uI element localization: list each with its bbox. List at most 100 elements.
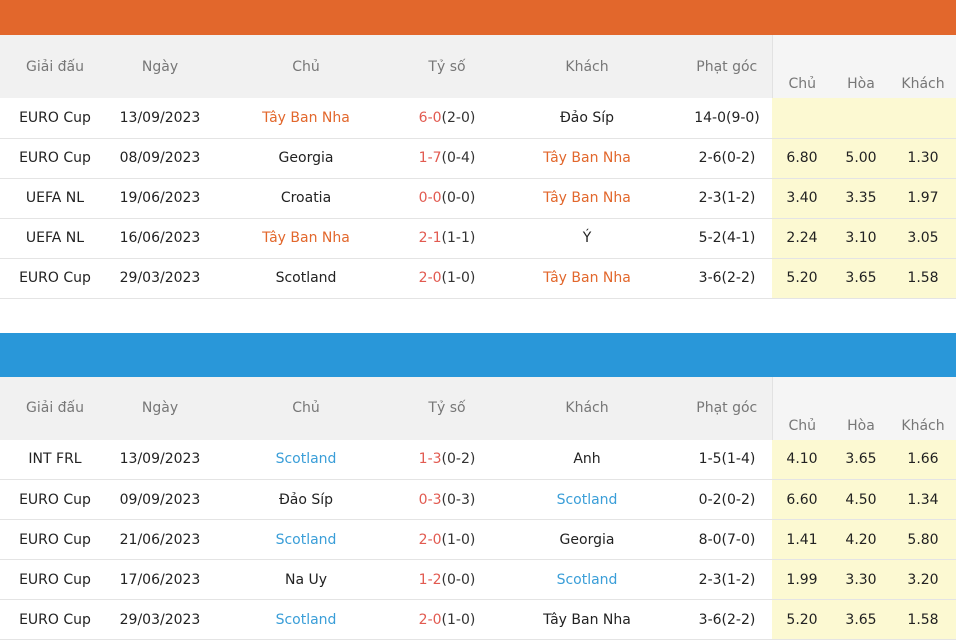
cell-date: 16/06/2023 <box>119 230 201 246</box>
table-row[interactable]: UEFA NL 16/06/2023 Tây Ban Nha 2-1(1-1) Ý 5-2… <box>0 218 956 258</box>
cell-league: EURO Cup <box>19 611 91 628</box>
cell-away-team[interactable]: Anh <box>492 440 682 480</box>
cell-home-team[interactable]: Georgia <box>210 138 402 178</box>
cell-score: 2-0(1-0) <box>402 258 492 298</box>
score-fulltime: 6-0 <box>418 109 442 126</box>
matches-table-scotland: Giải đấu Ngày Chủ Tỷ số Khách Phạt góc C… <box>0 376 956 640</box>
table-row[interactable]: EURO Cup 29/03/2023 Scotland 2-0(1-0) Tây Ba… <box>0 599 956 640</box>
cell-home-team[interactable]: Scotland <box>210 600 402 640</box>
score-halftime: (1-0) <box>441 611 476 628</box>
cell-date: 17/06/2023 <box>119 571 201 588</box>
cell-odds-draw: 5.00 <box>832 138 890 178</box>
col-odds-home: Chủ <box>771 35 832 98</box>
cell-score: 0-0(0-0) <box>402 178 492 218</box>
cell-away-team[interactable]: Tây Ban Nha <box>492 600 682 640</box>
col-corners: Phạt góc <box>696 58 758 75</box>
cell-score: 0-3(0-3) <box>402 480 492 520</box>
score-halftime: (1-1) <box>441 230 476 246</box>
table-row[interactable]: EURO Cup 21/06/2023 Scotland 2-0(1-0) Georgi… <box>0 519 956 560</box>
col-date: Ngày <box>141 400 179 416</box>
table-row[interactable]: EURO Cup 08/09/2023 Georgia 1-7(0-4) Tây Ban… <box>0 138 956 178</box>
cell-corners: 3-6(2-2) <box>698 611 756 628</box>
cell-odds-draw: 3.10 <box>832 218 890 258</box>
cell-corners: 8-0(7-0) <box>698 531 756 548</box>
cell-league: EURO Cup <box>19 270 91 286</box>
col-score: Tỷ số <box>428 400 466 416</box>
score-halftime: (1-0) <box>441 531 476 548</box>
cell-odds-draw <box>832 98 890 138</box>
cell-score: 6-0(2-0) <box>402 98 492 138</box>
table-row[interactable]: EURO Cup 13/09/2023 Tây Ban Nha 6-0(2-0) Đảo… <box>0 98 956 138</box>
table-row[interactable]: EURO Cup 09/09/2023 Đảo Síp 0-3(0-3) Scotlan… <box>0 479 956 520</box>
score-fulltime: 1-2 <box>418 571 442 588</box>
cell-odds-draw: 3.65 <box>832 258 890 298</box>
cell-home-team[interactable]: Croatia <box>210 178 402 218</box>
cell-league: EURO Cup <box>19 491 91 508</box>
cell-odds-draw: 4.50 <box>832 479 890 520</box>
col-league: Giải đấu <box>26 400 84 416</box>
cell-league: UEFA NL <box>25 190 85 206</box>
cell-odds-home: 1.41 <box>772 519 832 560</box>
score-halftime: (1-0) <box>441 270 476 286</box>
cell-home-team[interactable]: Scotland <box>210 258 402 298</box>
section-header-spain <box>0 0 956 35</box>
score-halftime: (0-3) <box>441 491 476 508</box>
cell-date: 19/06/2023 <box>119 190 201 206</box>
cell-away-team[interactable]: Tây Ban Nha <box>492 138 682 178</box>
cell-odds-draw: 3.35 <box>832 178 890 218</box>
cell-away-team[interactable]: Scotland <box>492 480 682 520</box>
cell-away-team[interactable]: Scotland <box>492 560 682 600</box>
cell-away-team[interactable]: Đảo Síp <box>492 98 682 138</box>
col-corners: Phạt góc <box>696 400 758 416</box>
cell-league: EURO Cup <box>19 109 91 126</box>
cell-home-team[interactable]: Tây Ban Nha <box>210 218 402 258</box>
cell-odds-home: 4.10 <box>772 439 832 480</box>
col-odds-draw: Hòa <box>832 35 890 98</box>
cell-away-team[interactable]: Ý <box>492 218 682 258</box>
col-league: Giải đấu <box>26 58 84 75</box>
col-home: Chủ <box>292 58 320 75</box>
matches-table-spain: Giải đấu Ngày Chủ Tỷ số Khách Phạt góc C… <box>0 35 956 299</box>
cell-league: EURO Cup <box>19 150 91 166</box>
cell-date: 29/03/2023 <box>119 611 201 628</box>
score-fulltime: 2-1 <box>418 230 442 246</box>
table-row[interactable]: UEFA NL 19/06/2023 Croatia 0-0(0-0) Tây Ban … <box>0 178 956 218</box>
cell-league: EURO Cup <box>19 531 91 548</box>
cell-league: INT FRL <box>28 451 82 468</box>
cell-home-team[interactable]: Scotland <box>210 520 402 560</box>
cell-odds-home <box>772 98 832 138</box>
cell-odds-away: 1.66 <box>890 439 956 480</box>
score-fulltime: 2-0 <box>418 531 442 548</box>
col-score: Tỷ số <box>428 58 466 75</box>
cell-odds-away: 1.30 <box>890 138 956 178</box>
score-fulltime: 2-0 <box>418 270 442 286</box>
cell-away-team[interactable]: Tây Ban Nha <box>492 178 682 218</box>
cell-home-team[interactable]: Na Uy <box>210 560 402 600</box>
cell-away-team[interactable]: Georgia <box>492 520 682 560</box>
col-odds-away: Khách <box>890 376 956 440</box>
table-row[interactable]: INT FRL 13/09/2023 Scotland 1-3(0-2) Anh 1-5(… <box>0 439 956 480</box>
score-fulltime: 1-3 <box>418 451 442 468</box>
cell-odds-home: 6.80 <box>772 138 832 178</box>
cell-corners: 2-6(0-2) <box>698 150 756 166</box>
cell-home-team[interactable]: Tây Ban Nha <box>210 98 402 138</box>
col-date: Ngày <box>141 58 179 75</box>
score-halftime: (0-0) <box>441 190 476 206</box>
score-halftime: (0-0) <box>441 571 476 588</box>
cell-corners: 14-0(9-0) <box>694 109 760 126</box>
cell-odds-away <box>890 98 956 138</box>
cell-home-team[interactable]: Scotland <box>210 440 402 480</box>
table-row[interactable]: EURO Cup 29/03/2023 Scotland 2-0(1-0) Tây Ba… <box>0 258 956 298</box>
cell-date: 21/06/2023 <box>119 531 201 548</box>
cell-odds-away: 3.05 <box>890 218 956 258</box>
cell-date: 29/03/2023 <box>119 270 201 286</box>
section-header-scotland <box>0 332 956 377</box>
table-row[interactable]: EURO Cup 17/06/2023 Na Uy 1-2(0-0) Scotland 2… <box>0 559 956 600</box>
col-odds-draw: Hòa <box>832 376 890 440</box>
cell-odds-home: 5.20 <box>772 258 832 298</box>
score-halftime: (2-0) <box>441 109 476 126</box>
cell-home-team[interactable]: Đảo Síp <box>210 480 402 520</box>
cell-away-team[interactable]: Tây Ban Nha <box>492 258 682 298</box>
cell-corners: 3-6(2-2) <box>698 270 756 286</box>
cell-corners: 2-3(1-2) <box>698 571 756 588</box>
